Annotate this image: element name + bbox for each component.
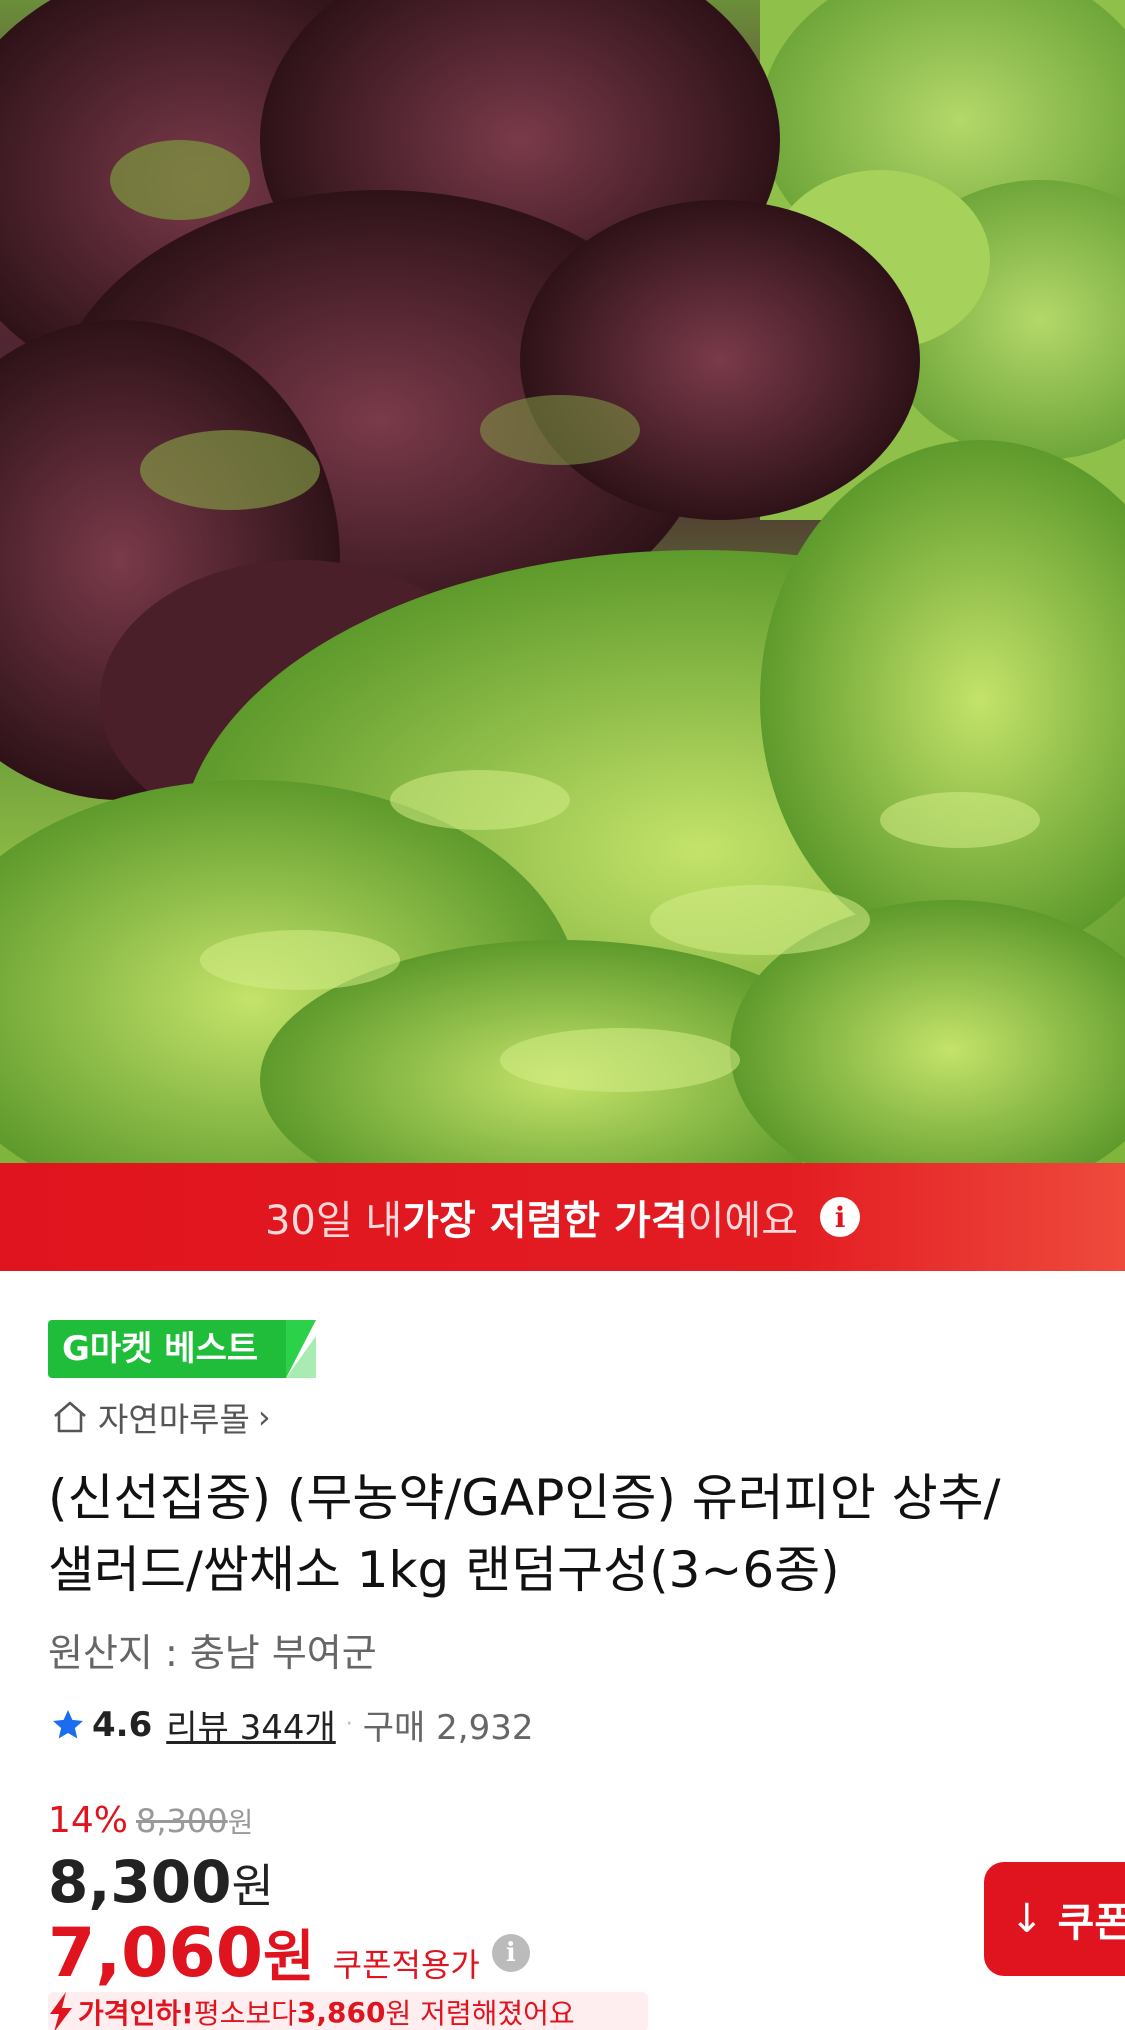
product-title: (신선집중) (무농약/GAP인증) 유러피안 상추/ 샐러드/쌈채소 1kg … bbox=[48, 1462, 1125, 1606]
original-price: 8,300 bbox=[136, 1802, 228, 1840]
rating-score: 4.6 bbox=[92, 1704, 153, 1745]
product-image[interactable] bbox=[0, 0, 1125, 1163]
price-drop-middle: 평소보다 bbox=[193, 1997, 297, 2030]
coupon-info-icon[interactable]: i bbox=[491, 1933, 530, 1972]
separator-dot: · bbox=[345, 1712, 353, 1737]
price-drop-lead: 가격인하! bbox=[78, 1997, 194, 2030]
coupon-price-label: 쿠폰적용가 bbox=[332, 1946, 480, 1984]
lowest-price-banner[interactable]: 30일 내 가장 저렴한 가격 이에요 i bbox=[0, 1163, 1125, 1271]
coupon-price-unit: 원 bbox=[263, 1925, 315, 1990]
origin-label: 원산지 : 충남 부여군 bbox=[48, 1631, 377, 1675]
home-icon bbox=[54, 1401, 86, 1433]
price-drop-notice: 가격인하! 평소보다 3,860 원 저렴해졌어요 bbox=[48, 1992, 648, 2030]
product-title-line2: 샐러드/쌈채소 1kg 랜덤구성(3~6종) bbox=[48, 1541, 840, 1599]
purchase-count: 구매 2,932 bbox=[362, 1708, 534, 1748]
download-arrow-icon: ↓ bbox=[1010, 1896, 1044, 1942]
coupon-price: 7,060 원 쿠폰적용가 i bbox=[48, 1912, 530, 1993]
coupon-download-button[interactable]: ↓ 쿠폰 bbox=[984, 1862, 1125, 1976]
banner-suffix: 이에요 bbox=[687, 1198, 799, 1244]
best-badge: G마켓 베스트 bbox=[48, 1320, 317, 1378]
seller-link[interactable]: 자연마루몰 › bbox=[50, 1392, 271, 1442]
discount-percent: 14% bbox=[48, 1800, 129, 1841]
info-icon[interactable]: i bbox=[820, 1197, 861, 1237]
product-title-line1: (신선집중) (무농약/GAP인증) 유러피안 상추/ bbox=[48, 1469, 1001, 1527]
price-drop-tail: 원 저렴해졌어요 bbox=[385, 1997, 575, 2030]
chevron-right-icon: › bbox=[257, 1398, 271, 1436]
rating-row: 4.6 리뷰 344개 · 구매 2,932 bbox=[50, 1700, 533, 1749]
banner-highlight: 가장 저렴한 가격 bbox=[402, 1198, 688, 1244]
review-count-link[interactable]: 리뷰 344개 bbox=[166, 1700, 336, 1749]
banner-prefix: 30일 내 bbox=[264, 1198, 403, 1244]
lightning-icon bbox=[50, 1992, 72, 2030]
best-badge-label: G마켓 베스트 bbox=[62, 1329, 259, 1369]
sale-price-value: 8,300 bbox=[48, 1848, 232, 1916]
star-icon bbox=[53, 1709, 83, 1738]
coupon-button-label: 쿠폰 bbox=[1057, 1900, 1125, 1946]
coupon-price-value: 7,060 bbox=[48, 1914, 264, 1993]
seller-name: 자연마루몰 bbox=[98, 1400, 250, 1439]
price-drop-amount: 3,860 bbox=[296, 1995, 386, 2029]
original-price-unit: 원 bbox=[227, 1806, 254, 1839]
discount-row: 14% 8,300 원 bbox=[48, 1800, 253, 1841]
sale-price-unit: 원 bbox=[231, 1859, 274, 1913]
sale-price: 8,300 원 bbox=[48, 1848, 274, 1916]
